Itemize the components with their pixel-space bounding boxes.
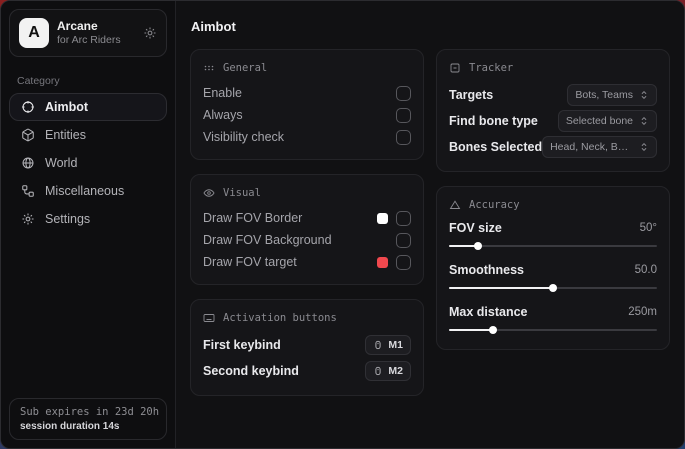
- setting-label: Find bone type: [449, 114, 538, 128]
- square-minus-icon: [449, 62, 461, 74]
- dropdown-value: Bots, Teams: [575, 89, 633, 101]
- setting-label: Draw FOV target: [203, 255, 297, 269]
- slider-value: 50.0: [635, 264, 657, 276]
- card-activation-buttons: Activation buttons First keybind M1: [190, 299, 424, 396]
- setting-label: FOV size: [449, 221, 502, 235]
- setting-label: Max distance: [449, 305, 528, 319]
- card-tracker: Tracker Targets Bots, Teams: [436, 49, 670, 172]
- session-duration: session duration 14s: [20, 421, 156, 432]
- sidebar-item-label: Entities: [45, 128, 86, 142]
- sidebar-item-label: World: [45, 156, 77, 170]
- setting-label: Always: [203, 108, 243, 122]
- setting-label: Bones Selected: [449, 140, 542, 154]
- keybind-value: M1: [388, 339, 403, 351]
- chevrons-up-down-icon: [639, 116, 649, 126]
- eye-icon: [203, 187, 215, 199]
- card-title: Visual: [223, 187, 261, 199]
- sidebar-item-settings[interactable]: Settings: [9, 205, 167, 233]
- slider-value: 50°: [640, 222, 657, 234]
- app-window: A Arcane for Arc Riders Category: [0, 0, 685, 449]
- box-icon: [21, 128, 35, 142]
- sidebar-item-label: Aimbot: [45, 100, 88, 114]
- setting-label: Draw FOV Border: [203, 211, 302, 225]
- first-keybind-button[interactable]: M1: [365, 335, 411, 355]
- second-keybind-button[interactable]: M2: [365, 361, 411, 381]
- dropdown-value: Head, Neck, Body, Fe...: [550, 141, 633, 153]
- targets-dropdown[interactable]: Bots, Teams: [567, 84, 657, 106]
- card-title: General: [223, 62, 267, 74]
- chevrons-up-down-icon: [639, 142, 649, 152]
- card-accuracy: Accuracy FOV size 50°: [436, 186, 670, 350]
- main-content: Aimbot General Enable: [176, 1, 684, 448]
- app-logo: A: [19, 18, 49, 48]
- sidebar-nav: Aimbot Entities World: [1, 93, 175, 233]
- bones-selected-dropdown[interactable]: Head, Neck, Body, Fe...: [542, 136, 657, 158]
- card-visual: Visual Draw FOV Border Draw FOV Backgrou…: [190, 174, 424, 285]
- always-checkbox[interactable]: [396, 108, 411, 123]
- slider-thumb[interactable]: [489, 326, 497, 334]
- settings-icon: [21, 212, 35, 226]
- sidebar-item-world[interactable]: World: [9, 149, 167, 177]
- mouse-icon: [373, 366, 383, 376]
- keybind-value: M2: [388, 365, 403, 377]
- subscription-expiry: Sub expires in 23d 20h: [20, 406, 156, 418]
- setting-label: Visibility check: [203, 130, 284, 144]
- fov-border-checkbox[interactable]: [396, 211, 411, 226]
- dropdown-value: Selected bone: [566, 115, 633, 127]
- fov-target-checkbox[interactable]: [396, 255, 411, 270]
- fov-background-checkbox[interactable]: [396, 233, 411, 248]
- keyboard-icon: [203, 312, 215, 324]
- sidebar: A Arcane for Arc Riders Category: [1, 1, 176, 448]
- sidebar-item-label: Miscellaneous: [45, 184, 124, 198]
- sidebar-item-label: Settings: [45, 212, 90, 226]
- app-subtitle: for Arc Riders: [57, 34, 121, 47]
- sidebar-item-miscellaneous[interactable]: Miscellaneous: [9, 177, 167, 205]
- globe-icon: [21, 156, 35, 170]
- subscription-info-box: Sub expires in 23d 20h session duration …: [9, 398, 167, 440]
- setting-label: Draw FOV Background: [203, 233, 332, 247]
- fov-border-color-swatch[interactable]: [377, 213, 388, 224]
- card-title: Tracker: [469, 62, 513, 74]
- max-distance-slider[interactable]: [449, 324, 657, 336]
- slider-thumb[interactable]: [549, 284, 557, 292]
- slider-value: 250m: [628, 306, 657, 318]
- setting-label: Targets: [449, 88, 493, 102]
- sidebar-item-aimbot[interactable]: Aimbot: [9, 93, 167, 121]
- triangle-icon: [449, 199, 461, 211]
- app-logo-card: A Arcane for Arc Riders: [9, 9, 167, 57]
- setting-label: Smoothness: [449, 263, 524, 277]
- visibility-check-checkbox[interactable]: [396, 130, 411, 145]
- setting-label: Enable: [203, 86, 242, 100]
- fov-size-slider[interactable]: [449, 240, 657, 252]
- app-name: Arcane: [57, 19, 121, 34]
- setting-label: First keybind: [203, 338, 281, 352]
- fov-target-color-swatch[interactable]: [377, 257, 388, 268]
- chevrons-up-down-icon: [639, 90, 649, 100]
- gear-icon[interactable]: [143, 26, 157, 40]
- category-label: Category: [17, 75, 159, 87]
- card-title: Activation buttons: [223, 312, 337, 324]
- slider-thumb[interactable]: [474, 242, 482, 250]
- workflow-icon: [21, 184, 35, 198]
- enable-checkbox[interactable]: [396, 86, 411, 101]
- page-title: Aimbot: [191, 19, 670, 34]
- crosshair-icon: [21, 100, 35, 114]
- sidebar-item-entities[interactable]: Entities: [9, 121, 167, 149]
- setting-label: Second keybind: [203, 364, 299, 378]
- smoothness-slider[interactable]: [449, 282, 657, 294]
- card-general: General Enable Always Visibility check: [190, 49, 424, 160]
- mouse-icon: [373, 340, 383, 350]
- find-bone-type-dropdown[interactable]: Selected bone: [558, 110, 657, 132]
- card-title: Accuracy: [469, 199, 520, 211]
- grid-dots-icon: [203, 62, 215, 74]
